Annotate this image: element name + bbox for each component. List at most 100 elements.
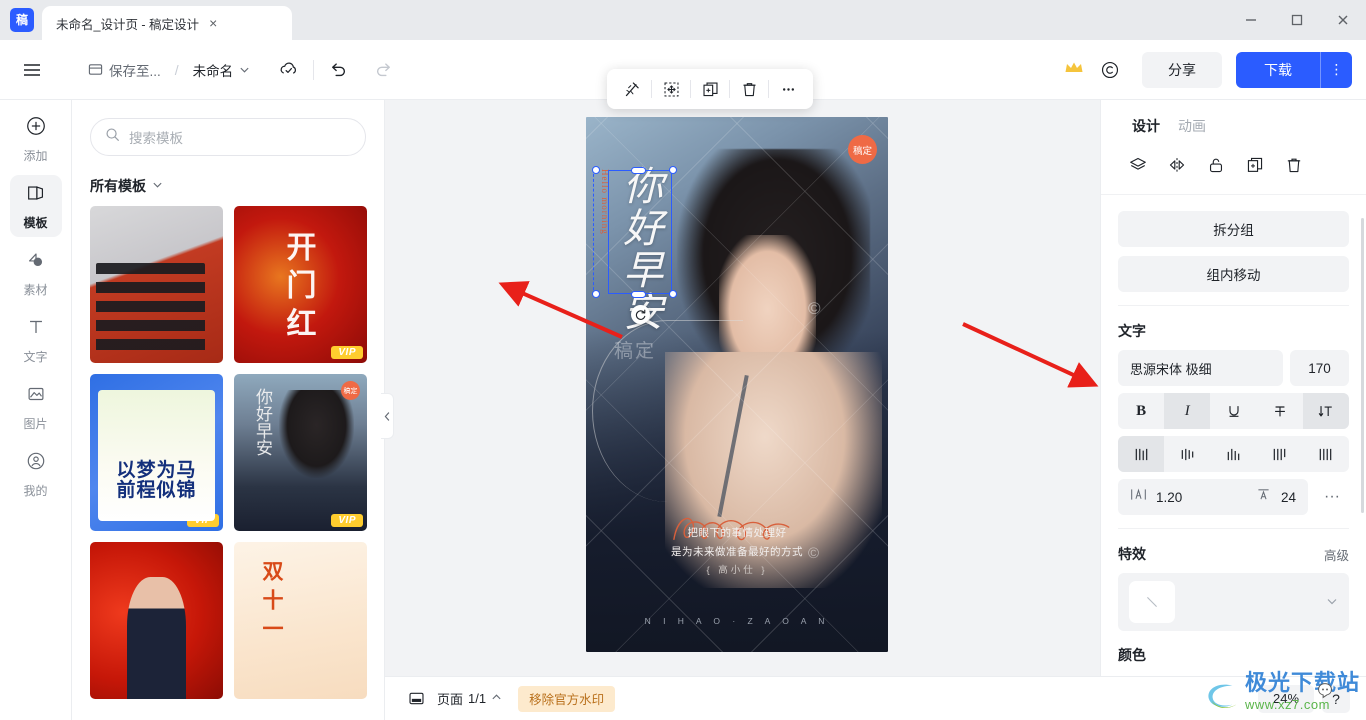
chevron-left-icon xyxy=(384,411,389,421)
selection-box[interactable] xyxy=(608,170,672,294)
italic-button[interactable]: I xyxy=(1164,393,1211,429)
sidebar-item-label: 素材 xyxy=(23,282,48,297)
font-family-select[interactable]: 思源宋体 极细 xyxy=(1118,350,1283,386)
canvas-artboard[interactable]: 稿定 © © 稿定 Hello morning 你好早安 把眼下的事情处理好 是… xyxy=(586,69,888,652)
user-icon xyxy=(25,450,47,477)
hamburger-icon[interactable] xyxy=(22,60,42,80)
sidebar-item-add[interactable]: 添加 xyxy=(10,108,62,170)
unlock-icon[interactable] xyxy=(1201,150,1231,180)
crop-magic-icon[interactable] xyxy=(613,73,651,105)
zoom-level-button[interactable]: 24% xyxy=(1258,684,1314,713)
move-in-group-button[interactable]: 组内移动 xyxy=(1118,256,1349,292)
template-icon xyxy=(25,182,47,209)
left-rail: 添加 模板 素材 文字 图片 我的 xyxy=(0,100,72,720)
image-icon xyxy=(25,383,47,410)
selection-handle-bottom[interactable] xyxy=(631,291,646,298)
search-placeholder: 搜索模板 xyxy=(129,131,183,146)
tab-close-icon[interactable]: × xyxy=(209,16,217,30)
duplicate-icon[interactable] xyxy=(691,73,729,105)
strikethrough-button[interactable] xyxy=(1257,393,1303,429)
download-button[interactable]: 下载 xyxy=(1236,51,1320,88)
bottom-bar: 页面 1/1 移除官方水印 24% ? xyxy=(385,676,1366,720)
letter-spacing-icon xyxy=(1255,487,1272,507)
share-button[interactable]: 分享 xyxy=(1142,51,1222,88)
template-thumbnail[interactable] xyxy=(234,542,367,699)
flip-icon[interactable] xyxy=(1162,150,1192,180)
selection-handle-br[interactable] xyxy=(669,290,677,298)
fx-section-title: 特效 xyxy=(1118,546,1146,562)
align-center-button[interactable] xyxy=(1164,436,1210,472)
vip-badge: VIP xyxy=(187,514,219,527)
window-controls xyxy=(1228,0,1366,40)
tab-design[interactable]: 设计 xyxy=(1132,116,1160,136)
delete-icon[interactable] xyxy=(730,73,768,105)
ungroup-button[interactable]: 拆分组 xyxy=(1118,211,1349,247)
tab-animation[interactable]: 动画 xyxy=(1178,116,1206,136)
fx-advanced-link[interactable]: 高级 xyxy=(1324,545,1349,564)
sidebar-item-material[interactable]: 素材 xyxy=(10,242,62,304)
selection-handle-tl[interactable] xyxy=(592,166,600,174)
poster-quote-line1: 把眼下的事情处理好 xyxy=(687,526,787,539)
search-input[interactable]: 搜索模板 xyxy=(90,118,366,156)
category-dropdown[interactable]: 所有模板 xyxy=(90,176,384,196)
right-panel-scrollbar[interactable] xyxy=(1361,218,1364,513)
gaoding-badge[interactable]: 稿定 xyxy=(848,135,877,164)
download-more-icon[interactable]: ⋮ xyxy=(1320,51,1352,88)
fx-preset-select[interactable] xyxy=(1118,573,1349,631)
sidebar-item-template[interactable]: 模板 xyxy=(9,175,62,237)
object-action-icons xyxy=(1101,146,1366,195)
redo-icon[interactable] xyxy=(374,60,394,80)
vertical-text-button[interactable] xyxy=(1302,393,1349,429)
line-height-control[interactable]: 1.20 24 xyxy=(1118,479,1308,515)
cloud-sync-icon[interactable] xyxy=(278,59,299,80)
plus-circle-icon xyxy=(25,115,47,142)
template-thumbnail[interactable]: VIP xyxy=(234,206,367,363)
page-selector[interactable]: 页面 1/1 xyxy=(437,689,502,708)
underline-button[interactable] xyxy=(1210,393,1256,429)
align-right-button[interactable] xyxy=(1303,436,1349,472)
selection-dashed-guide xyxy=(593,169,607,295)
more-icon[interactable] xyxy=(769,73,807,105)
pages-icon[interactable] xyxy=(401,685,431,713)
category-title: 所有模板 xyxy=(90,178,146,194)
poster-wire-art xyxy=(592,320,744,503)
undo-icon[interactable] xyxy=(328,60,348,80)
selection-handle-tr[interactable] xyxy=(669,166,677,174)
close-icon[interactable] xyxy=(1320,0,1366,40)
selection-handle-bl[interactable] xyxy=(592,290,600,298)
maximize-icon[interactable] xyxy=(1274,0,1320,40)
template-thumbnail[interactable]: 稿定 你好早安 VIP xyxy=(234,374,367,531)
sidebar-item-text[interactable]: 文字 xyxy=(10,309,62,371)
bold-button[interactable]: B xyxy=(1118,393,1164,429)
align-left-button[interactable] xyxy=(1257,436,1303,472)
sidebar-item-label: 添加 xyxy=(23,148,48,163)
save-to-button[interactable]: 保存至... xyxy=(82,53,167,87)
crown-icon[interactable] xyxy=(1064,60,1084,80)
titlebar: 稿 未命名_设计页 - 稿定设计 × xyxy=(0,0,1366,40)
browser-tab[interactable]: 未命名_设计页 - 稿定设计 × xyxy=(42,6,292,40)
move-select-icon[interactable] xyxy=(652,73,690,105)
align-justify-button[interactable] xyxy=(1118,436,1165,472)
help-button[interactable]: ? xyxy=(1322,684,1350,713)
copyright-icon[interactable] xyxy=(1100,60,1120,80)
sidebar-item-mine[interactable]: 我的 xyxy=(10,443,62,505)
rotate-handle-icon[interactable] xyxy=(631,305,650,324)
path-separator: / xyxy=(174,61,179,78)
remove-watermark-button[interactable]: 移除官方水印 xyxy=(518,685,616,712)
gaoding-design-app: 稿 未命名_设计页 - 稿定设计 × 保存至... / 未命名 分享 下载 ⋮ … xyxy=(0,0,1366,720)
minimize-icon[interactable] xyxy=(1228,0,1274,40)
copy-icon[interactable] xyxy=(1240,150,1270,180)
align-bottom-button[interactable] xyxy=(1210,436,1256,472)
layers-icon[interactable] xyxy=(1123,150,1153,180)
template-thumbnail[interactable] xyxy=(90,206,223,363)
panel-collapse-button[interactable] xyxy=(381,393,394,439)
letter-spacing-value: 24 xyxy=(1280,489,1296,505)
text-more-options-icon[interactable]: ··· xyxy=(1315,479,1349,515)
template-thumbnail[interactable]: 以梦为马 前程似锦 VIP xyxy=(90,374,223,531)
font-size-input[interactable]: 170 xyxy=(1290,350,1349,386)
sidebar-item-image[interactable]: 图片 xyxy=(10,376,62,438)
selection-handle-top[interactable] xyxy=(631,167,646,174)
doc-name-button[interactable]: 未命名 xyxy=(187,53,257,87)
template-thumbnail[interactable] xyxy=(90,542,223,699)
trash-icon[interactable] xyxy=(1279,150,1309,180)
